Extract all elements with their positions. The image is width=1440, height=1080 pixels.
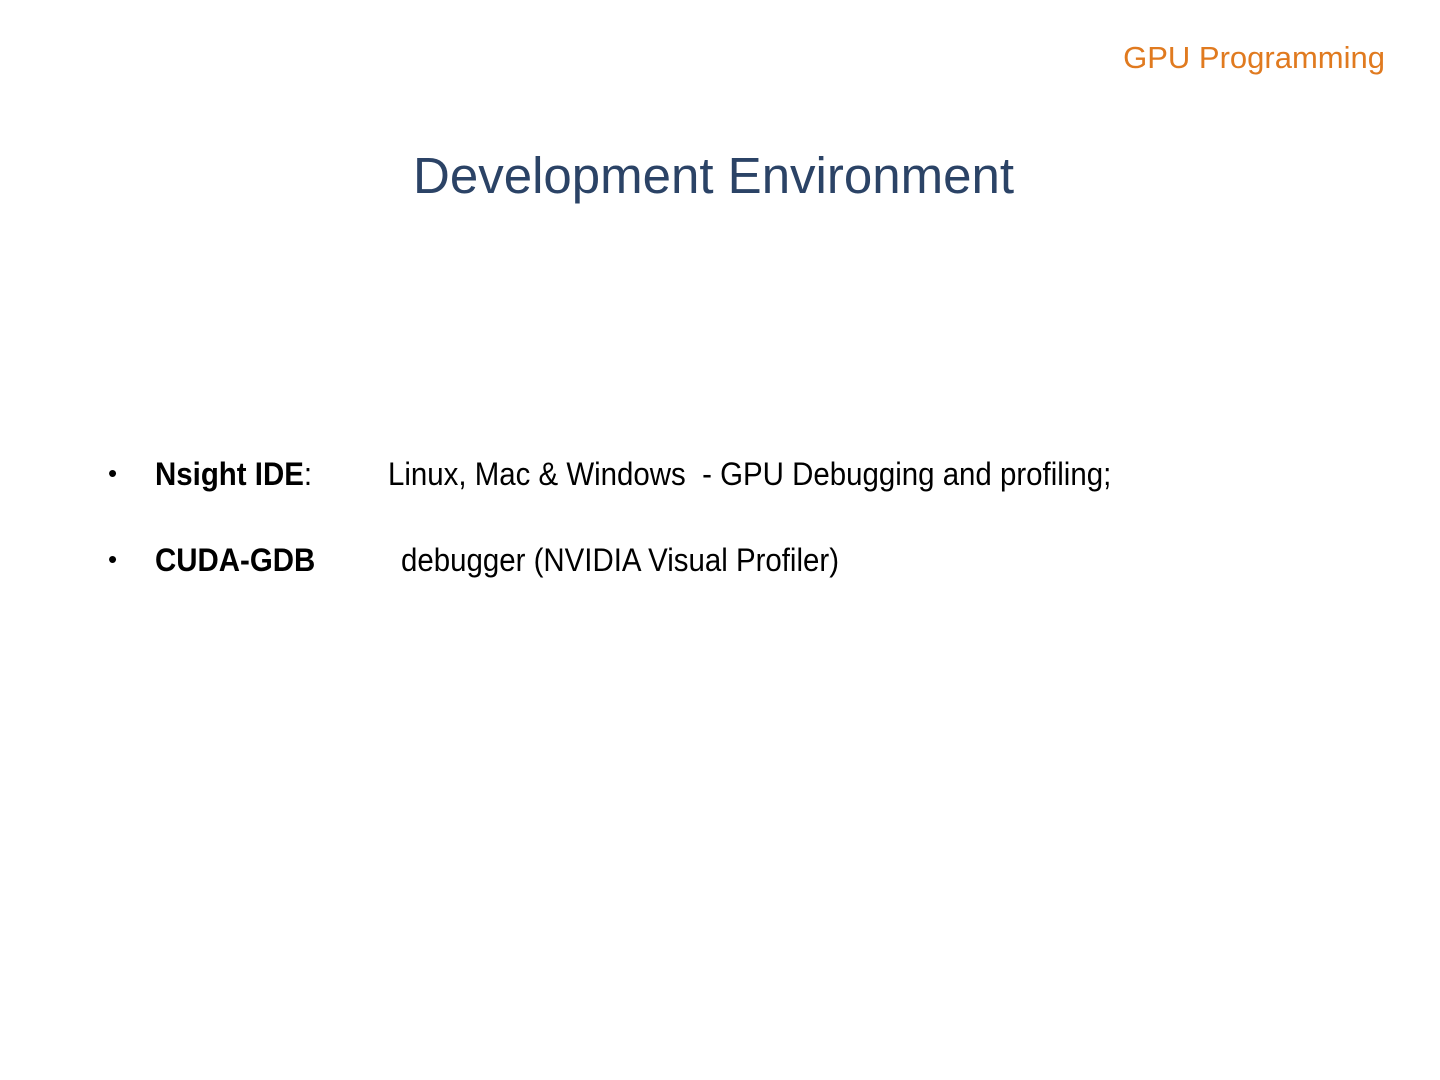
course-header: GPU Programming	[1123, 40, 1385, 75]
bullet-term: Nsight IDE:	[155, 456, 313, 492]
bullet-term: CUDA-GDB	[155, 542, 316, 578]
bullet-icon: •	[108, 544, 118, 574]
bullet-description: debugger (NVIDIA Visual Profiler)	[401, 542, 839, 578]
bullet-icon: •	[108, 458, 118, 488]
slide-title: Development Environment	[413, 147, 1014, 204]
bullet-description: Linux, Mac & Windows - GPU Debugging and…	[388, 456, 1112, 492]
